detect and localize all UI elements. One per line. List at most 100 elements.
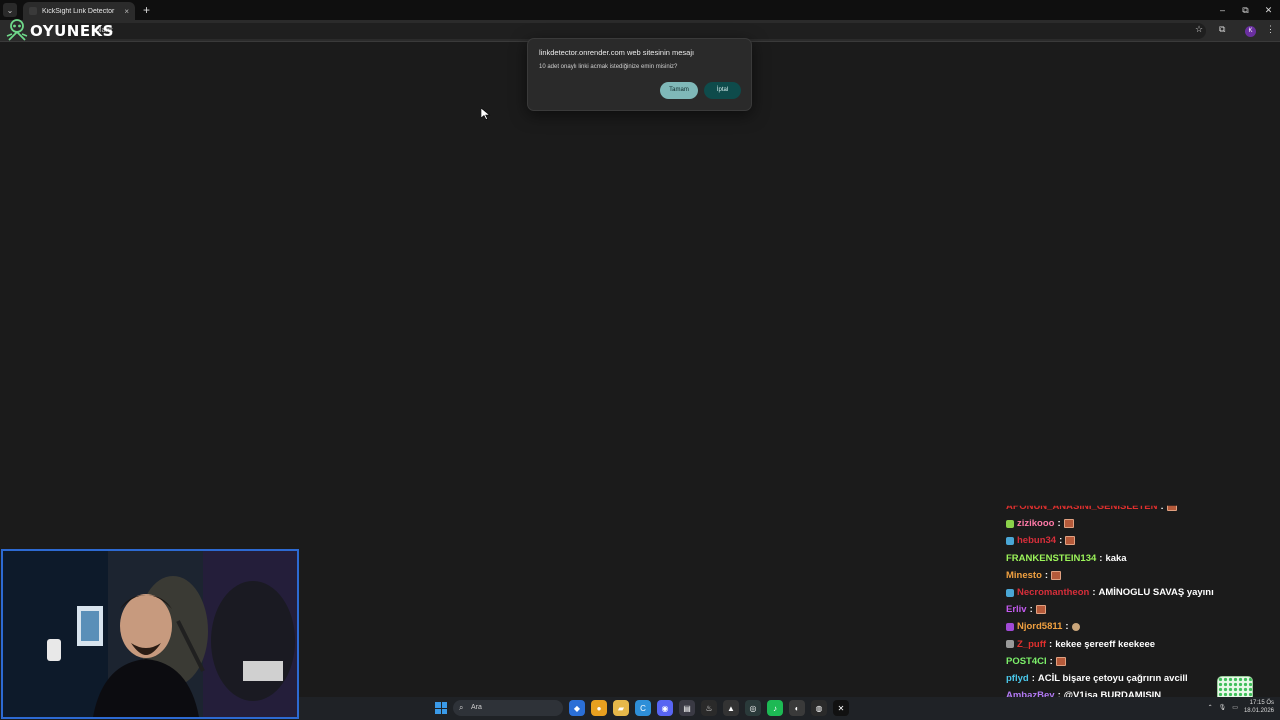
tab-close-icon[interactable]: × — [124, 7, 129, 16]
chat-separator: : — [1099, 552, 1103, 564]
display-icon[interactable]: ▭ — [1232, 704, 1238, 711]
chat-username[interactable]: APONUN_ANASINI_GENISLETEN — [1006, 506, 1158, 512]
chat-separator: : — [1160, 501, 1164, 513]
chat-text: ACİL bişare çetoyu çağrırın avcill — [1037, 672, 1188, 684]
chat-separator: : — [1049, 638, 1053, 650]
logo-wordmark: OYUNEKS — [30, 22, 114, 40]
chat-message: Erliv: — [1006, 601, 1276, 618]
chat-message: FRANKENSTEIN134: kaka — [1006, 550, 1276, 567]
chat-message: hebun34: — [1006, 532, 1276, 549]
chat-username[interactable]: POST4CI — [1006, 656, 1047, 667]
chrome-icon[interactable]: ● — [591, 700, 607, 716]
chat-separator: : — [1044, 569, 1049, 581]
chat-username[interactable]: FRANKENSTEIN134 — [1006, 553, 1096, 564]
dialog-message: 10 adet onaylı linki acmak istediğinize … — [539, 64, 678, 70]
extensions-icon[interactable]: ⧉ — [1219, 24, 1225, 35]
chat-username[interactable]: Necromantheon — [1017, 587, 1089, 598]
chat-separator: : — [1065, 621, 1069, 633]
bookmark-star-icon[interactable]: ☆ — [1195, 24, 1203, 35]
windows-taskbar: ⌕ Ara ◆ ● ▰ C ◉ ▤ ♨ ▲ ◎ ♪ ◐ ◍ ✕ ⌃ 🎙 ▭ 17… — [299, 697, 1280, 720]
chat-message: Necromantheon: AMİNOGLU SAVAŞ yayını — [1006, 584, 1276, 601]
tray-chevron-icon[interactable]: ⌃ — [1208, 704, 1213, 711]
chat-separator: : — [1029, 604, 1033, 616]
clock[interactable]: 17:15 Ös 18.01.2026 — [1244, 699, 1274, 715]
webcam-feed — [1, 549, 299, 719]
alien-logo-icon — [6, 19, 28, 41]
search-icon: ⌕ — [459, 703, 464, 712]
chat-username[interactable]: zizikooo — [1017, 518, 1054, 529]
chat-username[interactable]: hebun34 — [1017, 535, 1056, 546]
chat-message: Minesto: — [1006, 567, 1276, 584]
chat-message: Njord5811: — [1006, 618, 1276, 635]
chat-separator: : — [1031, 672, 1035, 684]
chat-emote-icon — [1063, 519, 1074, 529]
chat-username[interactable]: Z_puff — [1017, 639, 1046, 650]
chat-separator: : — [1092, 587, 1096, 599]
chat-message: POST4CI: — [1006, 653, 1276, 670]
profile-avatar[interactable]: K — [1245, 26, 1256, 37]
tab-search-button[interactable]: ⌄ — [3, 3, 17, 17]
minimize-button[interactable]: – — [1211, 0, 1234, 20]
chat-badge-icon — [1006, 536, 1014, 545]
chat-message: APONUN_ANASINI_GENISLETEN: — [1006, 501, 1276, 515]
chat-emote-icon — [1035, 605, 1046, 615]
restore-button[interactable]: ⧉ — [1234, 0, 1257, 20]
dialog-title: linkdetector.onrender.com web sitesinin … — [539, 48, 695, 57]
app-icon[interactable]: ◍ — [811, 700, 827, 716]
taskbar-search[interactable]: ⌕ Ara — [453, 700, 563, 716]
favicon-icon — [29, 7, 37, 15]
browser-active-icon[interactable]: ◐ — [789, 700, 805, 716]
ok-button[interactable]: Tamam — [660, 82, 698, 99]
clock-time: 17:15 Ös — [1249, 700, 1274, 706]
terminal-icon[interactable]: ▲ — [723, 700, 739, 716]
dialog-buttons: Tamam İptal — [660, 82, 741, 99]
ccleaner-icon[interactable]: C — [635, 700, 651, 716]
notepad-icon[interactable]: ▤ — [679, 700, 695, 716]
chat-emote-icon — [1051, 570, 1062, 580]
system-tray: ⌃ 🎙 ▭ 17:15 Ös 18.01.2026 — [1208, 699, 1274, 715]
confirm-dialog: linkdetector.onrender.com web sitesinin … — [527, 38, 752, 111]
chat-text: AMİNOGLU SAVAŞ yayını — [1098, 587, 1214, 599]
spotify-icon[interactable]: ♪ — [767, 700, 783, 716]
chat-separator: : — [1059, 535, 1063, 547]
screen: ⌄ KickSight Link Detector × + – ⧉ ✕ blan… — [0, 0, 1280, 720]
chat-username[interactable]: Njord5811 — [1017, 621, 1062, 632]
chat-username[interactable]: pflyd — [1006, 673, 1029, 684]
menu-kebab-icon[interactable]: ⋮ — [1266, 24, 1275, 35]
x-app-icon[interactable]: ✕ — [833, 700, 849, 716]
chat-emote-icon — [1071, 622, 1080, 631]
new-tab-button[interactable]: + — [143, 3, 150, 17]
chat-username[interactable]: Minesto — [1006, 570, 1042, 581]
copilot-icon[interactable]: ◆ — [569, 700, 585, 716]
chat-text: kekee şereeff keekeee — [1055, 638, 1156, 650]
oyuneks-logo: OYUNEKS — [6, 18, 114, 44]
chat-badge-icon — [1006, 622, 1014, 631]
microphone-icon[interactable]: 🎙 — [1219, 704, 1227, 711]
window-controls: – ⧉ ✕ — [1211, 0, 1280, 20]
chat-emote-icon — [1065, 536, 1076, 546]
pinned-apps: ◆ ● ▰ C ◉ ▤ ♨ ▲ ◎ ♪ ◐ ◍ ✕ — [569, 700, 849, 716]
chat-message: Z_puff: kekee şereeff keekeee — [1006, 636, 1276, 653]
windows-start-icon[interactable] — [435, 702, 447, 714]
chat-separator: : — [1057, 518, 1061, 530]
chat-text: kaka — [1105, 552, 1127, 564]
search-placeholder: Ara — [471, 704, 482, 711]
chat-message: zizikooo: — [1006, 515, 1276, 532]
obs-icon[interactable]: ◎ — [745, 700, 761, 716]
file-explorer-icon[interactable]: ▰ — [613, 700, 629, 716]
chat-emote-icon — [1055, 656, 1066, 666]
chat-badge-icon — [1006, 588, 1014, 597]
close-window-button[interactable]: ✕ — [1257, 0, 1280, 20]
chat-badge-icon — [1006, 519, 1014, 528]
mouse-cursor-icon — [481, 108, 491, 120]
address-bar[interactable]: blank — [56, 23, 1206, 39]
discord-icon[interactable]: ◉ — [657, 700, 673, 716]
tab-title: KickSight Link Detector — [42, 7, 115, 15]
chat-username[interactable]: Erliv — [1006, 604, 1027, 615]
chat-emote-icon — [1166, 505, 1177, 512]
webcam-image — [3, 551, 297, 717]
cancel-button[interactable]: İptal — [704, 82, 741, 99]
chat-separator: : — [1049, 655, 1053, 667]
steam-icon[interactable]: ♨ — [701, 700, 717, 716]
chat-badge-icon — [1006, 640, 1014, 649]
